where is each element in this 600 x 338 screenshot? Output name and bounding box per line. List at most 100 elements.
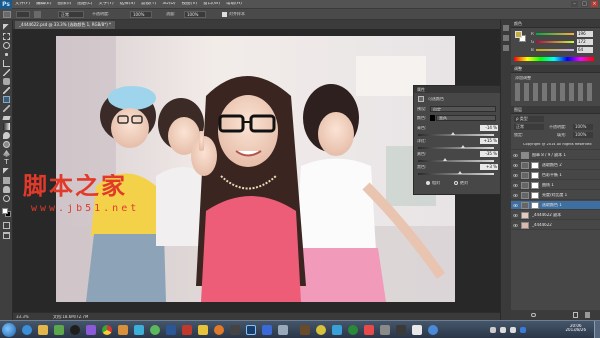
ie-icon[interactable]	[22, 325, 32, 335]
eye-icon[interactable]	[513, 203, 518, 208]
app-icon[interactable]	[300, 325, 310, 335]
crop-tool-icon[interactable]	[3, 60, 10, 67]
layer-row[interactable]: 选取颜色 2	[511, 161, 600, 170]
marquee-tool-icon[interactable]	[3, 33, 10, 40]
blur-tool-icon[interactable]	[3, 132, 10, 139]
foreground-color-chip[interactable]	[515, 31, 522, 38]
qq-icon[interactable]	[70, 325, 80, 335]
screen-mode-icon[interactable]	[3, 232, 10, 239]
word-icon[interactable]	[166, 325, 176, 335]
adjustment-icons-grid[interactable]	[515, 83, 595, 101]
layer-mask-thumbnail[interactable]	[531, 202, 539, 209]
layer-row[interactable]: _4444622 副本	[511, 211, 600, 220]
app-icon[interactable]	[412, 325, 422, 335]
layer-mask-thumbnail[interactable]	[531, 162, 539, 169]
app-icon[interactable]	[118, 325, 128, 335]
magenta-slider-knob[interactable]	[461, 145, 466, 148]
menu-type[interactable]: 文字(Y)	[95, 2, 116, 7]
app-icon[interactable]	[428, 325, 438, 335]
eye-icon[interactable]	[513, 223, 518, 228]
layer-mask-thumbnail[interactable]	[531, 192, 539, 199]
folder-taskbar-icon[interactable]	[38, 325, 48, 335]
zoom-tool-icon[interactable]	[3, 195, 10, 202]
type-tool-icon[interactable]: T	[3, 159, 10, 166]
magenta-value[interactable]: +15 %	[480, 138, 498, 144]
eye-icon[interactable]	[513, 193, 518, 198]
start-button[interactable]	[2, 323, 16, 337]
b-value[interactable]: 64	[577, 47, 593, 53]
eyedropper-tool-icon[interactable]	[3, 69, 10, 76]
taskbar-clock[interactable]: 20:06 2013/8/26	[565, 324, 586, 332]
info-panel-icon[interactable]	[503, 45, 509, 51]
app-icon[interactable]	[332, 325, 342, 335]
gradient-tool-icon[interactable]	[3, 123, 10, 130]
menu-select[interactable]: 选择(S)	[117, 2, 138, 7]
menu-view[interactable]: 视图(V)	[179, 2, 201, 7]
network-icon[interactable]	[500, 327, 506, 333]
properties-title[interactable]: 属性	[414, 86, 502, 93]
opacity-input[interactable]: 100%	[130, 11, 152, 18]
fill-value[interactable]: 100%	[573, 132, 593, 138]
foreground-color-swatch[interactable]	[2, 208, 8, 214]
eye-icon[interactable]	[513, 213, 518, 218]
path-select-tool-icon[interactable]	[3, 168, 10, 175]
absolute-radio[interactable]	[454, 181, 458, 185]
yellow-value[interactable]: -35 %	[480, 151, 498, 157]
layer-row[interactable]: 图章 8 / 9 / 副本 1	[511, 151, 600, 160]
tool-preset-picker[interactable]	[16, 11, 30, 18]
yellow-slider[interactable]	[418, 158, 494, 162]
maximize-button[interactable]: □	[581, 1, 588, 7]
trash-icon[interactable]	[585, 312, 590, 318]
menu-edit[interactable]: 编辑(E)	[33, 2, 54, 7]
app-icon[interactable]	[86, 325, 96, 335]
magenta-slider[interactable]	[418, 145, 494, 149]
new-layer-icon[interactable]	[573, 312, 578, 318]
b-slider[interactable]	[536, 49, 574, 51]
eye-icon[interactable]	[513, 163, 518, 168]
menu-3d[interactable]: 3D(D)	[159, 2, 178, 7]
hand-tool-icon[interactable]	[3, 186, 10, 193]
blend-mode-select[interactable]: 正常	[58, 11, 84, 18]
photoshop-taskbar-icon[interactable]	[246, 325, 256, 335]
layer-kind-filter[interactable]: ρ 类型	[514, 116, 544, 122]
language-icon[interactable]	[520, 327, 526, 333]
quick-mask-icon[interactable]	[3, 222, 10, 229]
cyan-slider[interactable]	[418, 132, 494, 136]
g-value[interactable]: 172	[577, 39, 593, 45]
app-icon[interactable]	[182, 325, 192, 335]
volume-icon[interactable]	[510, 327, 516, 333]
adjustments-panel-tab[interactable]: 调整	[511, 65, 600, 73]
layer-row[interactable]: 曲线 1	[511, 181, 600, 190]
brush-panel-icon[interactable]	[34, 11, 41, 18]
media-icon[interactable]	[54, 325, 64, 335]
color-panel-tab[interactable]: 颜色	[511, 20, 600, 28]
healing-tool-icon[interactable]	[3, 78, 10, 85]
actions-panel-icon[interactable]	[503, 35, 509, 41]
cyan-slider-knob[interactable]	[450, 132, 455, 135]
layer-mask-thumbnail[interactable]	[531, 172, 539, 179]
cyan-value[interactable]: -14 %	[480, 125, 498, 131]
menu-layer[interactable]: 图层(L)	[74, 2, 95, 7]
r-value[interactable]: 196	[577, 31, 593, 37]
layer-row[interactable]: _4444622	[511, 221, 600, 230]
layer-row[interactable]: 亮度/对比度 1	[511, 191, 600, 200]
document-canvas[interactable]	[56, 36, 455, 302]
app-icon[interactable]	[198, 325, 208, 335]
g-slider[interactable]	[536, 41, 574, 43]
app-icon[interactable]	[278, 325, 288, 335]
layer-row[interactable]: 色彩平衡 1	[511, 171, 600, 180]
close-button[interactable]: ×	[591, 1, 598, 7]
app-icon[interactable]	[214, 325, 224, 335]
zoom-level[interactable]: 33.3%	[16, 315, 29, 319]
dodge-tool-icon[interactable]	[3, 141, 10, 148]
app-icon[interactable]	[348, 325, 358, 335]
menu-file[interactable]: 文件(F)	[12, 2, 33, 7]
app-icon[interactable]	[262, 325, 272, 335]
brush-tool-icon[interactable]	[3, 87, 10, 94]
app-icon[interactable]	[364, 325, 374, 335]
app-icon[interactable]	[150, 325, 160, 335]
eye-icon[interactable]	[513, 183, 518, 188]
quick-select-tool-icon[interactable]	[3, 51, 10, 58]
relative-radio[interactable]	[426, 181, 430, 185]
menu-window[interactable]: 窗口(W)	[200, 2, 223, 7]
